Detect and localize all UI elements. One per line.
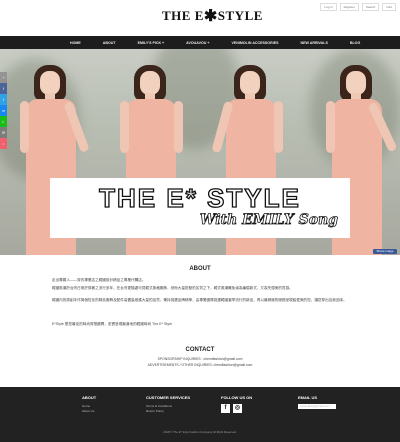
about-heading: ABOUT <box>189 266 211 272</box>
messenger-icon[interactable]: m <box>0 105 7 116</box>
footer-follow-heading: FOLLOW US ON <box>221 395 253 400</box>
hero-subtitle: With EMILY Song <box>199 212 338 229</box>
share-image-button[interactable]: Share image <box>373 249 397 254</box>
nav-item-about[interactable]: ABOUT <box>103 41 116 45</box>
site-logo[interactable]: THE E✱STYLE <box>162 8 263 25</box>
more-icon[interactable]: • <box>0 138 7 149</box>
footer-about: ABOUT Home About Us <box>82 395 96 413</box>
footer-customer-services: CUSTOMER SERVICES Terms & Conditions Ret… <box>146 395 190 413</box>
copyright-text: 2018 © The E* Style Fashion Company All … <box>163 430 237 434</box>
plus-icon[interactable]: + <box>0 72 7 83</box>
about-paragraph: 走出專屬人——穿衣專業店之韓國設計精品之專業代購店。 <box>52 278 146 282</box>
instagram-icon[interactable]: ◎ <box>233 404 242 413</box>
email-icon[interactable]: ✉ <box>0 127 7 138</box>
top-link-login[interactable]: Log in <box>320 3 337 11</box>
top-link-cart[interactable]: Cart <box>382 3 396 11</box>
nav-item-emilys-pick[interactable]: EMILY'S PICK + <box>138 41 165 45</box>
nav-item-new-arrivals[interactable]: NEW ARRIVALS <box>301 41 328 45</box>
share-sidebar: + f t m L ✉ • <box>0 72 7 149</box>
site-header: THE E✱STYLE Log in Register Search Cart <box>0 0 400 36</box>
footer-link-about-us[interactable]: About Us <box>82 409 96 414</box>
main-nav: HOME ABOUT EMILY'S PICK + AVOUAVOU + VEN… <box>0 36 400 49</box>
star-icon: ✱ <box>203 8 218 25</box>
contact-advertisements[interactable]: ADVERTISEMENTS / OTHER INQUIRIES: chemif… <box>0 363 400 367</box>
facebook-icon[interactable]: f <box>0 83 7 94</box>
line-icon[interactable]: L <box>0 116 7 127</box>
top-link-register[interactable]: Register <box>339 3 359 11</box>
site-footer: ABOUT Home About Us CUSTOMER SERVICES Te… <box>0 387 400 442</box>
top-links: Log in Register Search Cart <box>320 3 396 11</box>
nav-item-avouavou[interactable]: AVOUAVOU + <box>186 41 209 45</box>
email-input[interactable]: estylelady@gmail.com <box>298 404 336 409</box>
nav-item-home[interactable]: HOME <box>70 41 81 45</box>
contact-sponsorship[interactable]: SPONSORSHIP INQUIRIES : chemifashion@gma… <box>0 357 400 361</box>
about-paragraph: 韓國內的原創手作與個性化的精品服飾及配件皆盡量維護大量的品質，秉持挑選品牌精神，… <box>52 298 347 302</box>
footer-follow: FOLLOW US ON f ◎ <box>221 395 252 413</box>
footer-link-return[interactable]: Return Policy <box>146 409 190 414</box>
footer-services-heading: CUSTOMER SERVICES <box>146 395 191 400</box>
nav-item-venimolin[interactable]: VENIMOLIN ACCESSORIES <box>232 41 279 45</box>
footer-email: EMAIL US estylelady@gmail.com <box>298 395 336 409</box>
about-paragraph: E*Style 是您最佳的時尚穿搭顧問，忠實呈現最道地的韓國時尚 The E* … <box>52 322 173 326</box>
nav-item-blog[interactable]: BLOG <box>350 41 360 45</box>
about-paragraph: 韓國風潮於台灣日常於穿著之流行多年，在台灣更隨處可見韓式風格服飾，然而大量批發的… <box>52 286 293 290</box>
contact-heading: CONTACT <box>185 347 215 353</box>
hero-title-box: THE E* STYLE With EMILY Song <box>50 178 350 238</box>
top-link-search[interactable]: Search <box>361 3 380 11</box>
footer-email-heading: EMAIL US <box>298 395 318 400</box>
facebook-icon[interactable]: f <box>221 404 230 413</box>
footer-about-heading: ABOUT <box>82 395 97 400</box>
hero-title: THE E* STYLE <box>98 182 301 213</box>
twitter-icon[interactable]: t <box>0 94 7 105</box>
